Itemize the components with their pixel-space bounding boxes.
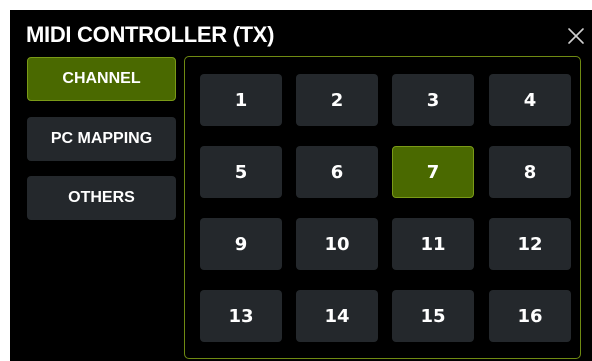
channel-button-4[interactable]: 4 xyxy=(489,74,571,126)
channel-button-9[interactable]: 9 xyxy=(200,218,282,270)
channel-grid: 1 2 3 4 5 6 7 8 9 10 11 12 13 14 15 16 xyxy=(184,56,581,359)
channel-button-11[interactable]: 11 xyxy=(392,218,474,270)
close-button[interactable] xyxy=(566,26,586,46)
dialog-title: MIDI CONTROLLER (TX) xyxy=(26,22,275,47)
channel-button-10[interactable]: 10 xyxy=(296,218,378,270)
midi-controller-dialog: MIDI CONTROLLER (TX) CHANNEL PC MAPPING … xyxy=(10,10,592,361)
sidebar-item-pc-mapping[interactable]: PC MAPPING xyxy=(27,117,176,161)
sidebar-item-label: OTHERS xyxy=(68,189,135,206)
sidebar-item-label: PC MAPPING xyxy=(50,130,153,147)
channel-button-7[interactable]: 7 xyxy=(392,146,474,198)
channel-button-12[interactable]: 12 xyxy=(489,218,571,270)
channel-button-8[interactable]: 8 xyxy=(489,146,571,198)
sidebar-item-others[interactable]: OTHERS xyxy=(27,176,176,220)
channel-button-1[interactable]: 1 xyxy=(200,74,282,126)
channel-button-2[interactable]: 2 xyxy=(296,74,378,126)
channel-button-14[interactable]: 14 xyxy=(296,290,378,342)
channel-button-3[interactable]: 3 xyxy=(392,74,474,126)
channel-button-6[interactable]: 6 xyxy=(296,146,378,198)
sidebar-item-channel[interactable]: CHANNEL xyxy=(27,57,176,101)
channel-button-13[interactable]: 13 xyxy=(200,290,282,342)
close-icon xyxy=(568,28,584,44)
sidebar-item-label: CHANNEL xyxy=(62,70,141,87)
channel-button-5[interactable]: 5 xyxy=(200,146,282,198)
channel-button-16[interactable]: 16 xyxy=(489,290,571,342)
channel-button-15[interactable]: 15 xyxy=(392,290,474,342)
